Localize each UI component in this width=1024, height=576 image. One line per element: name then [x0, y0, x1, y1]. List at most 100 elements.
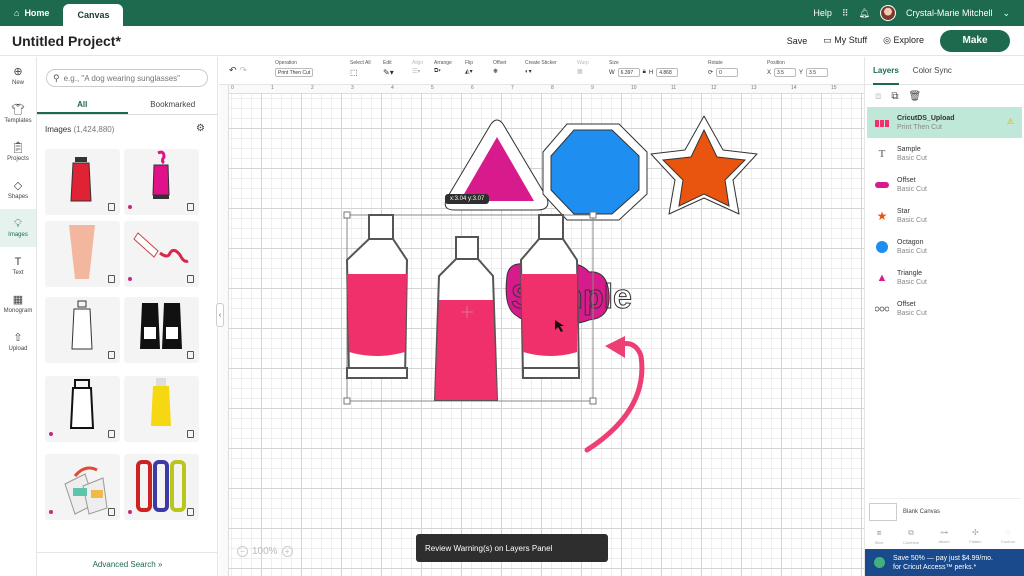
image-tile[interactable] — [124, 297, 199, 363]
paint-tube-2[interactable] — [433, 236, 499, 401]
tool-label: Slice — [874, 539, 884, 545]
image-tile[interactable] — [45, 221, 120, 287]
tab-bookmarked[interactable]: Bookmarked — [128, 95, 219, 114]
bookmark-icon[interactable] — [187, 351, 194, 359]
project-title[interactable]: Untitled Project* — [0, 33, 121, 49]
filter-icon[interactable]: ⚙︎ — [196, 123, 205, 134]
redo-icon[interactable]: ↷ — [240, 65, 248, 76]
align-group[interactable]: Align ☰▾ — [412, 60, 423, 75]
image-tile[interactable] — [45, 454, 120, 520]
resize-handle[interactable] — [589, 397, 597, 405]
my-stuff-button[interactable]: ▭ My Stuff — [823, 35, 867, 46]
select-all-group[interactable]: Select All ⬚ — [350, 60, 371, 77]
create-sticker-group[interactable]: Create Sticker ◐▾ — [525, 60, 557, 75]
rail-item-upload[interactable]: ⇧ Upload — [0, 323, 36, 361]
width-input[interactable]: 6.397 — [617, 68, 640, 77]
rail-item-templates[interactable]: 👕︎ Templates — [0, 95, 36, 133]
image-tile[interactable] — [124, 221, 199, 287]
avatar[interactable] — [879, 5, 896, 21]
layer-item-offset-pink[interactable]: Offset Basic Cut — [867, 169, 1022, 200]
resize-handle[interactable] — [343, 397, 351, 405]
search-box[interactable]: ⚲ — [46, 69, 208, 87]
image-tile[interactable] — [45, 376, 120, 442]
make-button[interactable]: Make — [940, 29, 1010, 52]
blank-canvas-label: Blank Canvas — [903, 508, 941, 515]
offset-group[interactable]: Offset ❋ — [493, 60, 506, 75]
design-canvas[interactable]: Sample — [229, 94, 864, 576]
layer-item-offset-outline[interactable]: Offset Basic Cut — [867, 293, 1022, 324]
group-icon[interactable]: ⧈ — [875, 91, 881, 102]
image-tile[interactable] — [124, 376, 199, 442]
edit-group[interactable]: Edit ✎▾ — [383, 60, 394, 77]
rail-item-images[interactable]: 💡︎ Images — [0, 209, 36, 247]
rail-item-shapes[interactable]: ◇ Shapes — [0, 171, 36, 209]
bookmark-icon[interactable] — [108, 508, 115, 516]
layer-item-star[interactable]: ★ Star Basic Cut — [867, 200, 1022, 231]
zoom-out-button[interactable]: − — [237, 546, 248, 557]
combine-button[interactable]: ⧉ Combine — [903, 528, 919, 545]
zoom-in-button[interactable]: + — [281, 546, 293, 557]
bookmark-icon[interactable] — [187, 430, 194, 438]
paint-tube-3[interactable] — [519, 214, 581, 379]
resize-handle[interactable] — [343, 211, 351, 219]
layer-item-octagon[interactable]: Octagon Basic Cut — [867, 231, 1022, 262]
user-name[interactable]: Crystal-Marie Mitchell — [906, 8, 993, 18]
tab-layers[interactable]: Layers — [873, 57, 899, 85]
rotate-input[interactable]: 0 — [716, 68, 739, 77]
home-tab[interactable]: ⌂ Home — [0, 0, 63, 26]
bookmark-icon[interactable] — [187, 203, 194, 211]
bell-icon[interactable]: 🔔︎ — [859, 8, 870, 19]
contour-button[interactable]: ◌ Contour — [1001, 528, 1015, 544]
flatten-button[interactable]: ✣ Flatten — [969, 528, 981, 544]
layer-item-cricutds-upload[interactable]: CricutDS_Upload Print Then Cut ⚠ — [867, 107, 1022, 138]
bookmark-icon[interactable] — [108, 430, 115, 438]
bookmark-icon[interactable] — [187, 508, 194, 516]
lock-icon[interactable]: 🔒︎ — [643, 69, 646, 76]
search-input[interactable] — [63, 73, 194, 83]
image-tile[interactable] — [45, 297, 120, 363]
grid-apps-icon[interactable]: ⠿ — [842, 8, 849, 19]
explore-button[interactable]: ◎ Explore — [883, 35, 924, 46]
bookmark-icon[interactable] — [187, 275, 194, 283]
trash-icon[interactable]: 🗑︎ — [909, 91, 922, 102]
canvas-tab[interactable]: Canvas — [63, 4, 124, 26]
operation-select[interactable]: Print Then Cut — [275, 68, 314, 77]
rail-item-text[interactable]: T Text — [0, 247, 36, 285]
image-tile[interactable] — [124, 149, 199, 215]
slice-button[interactable]: ⧈ Slice — [875, 528, 884, 545]
bookmark-icon[interactable] — [108, 203, 115, 211]
undo-icon[interactable]: ↶ — [229, 65, 237, 76]
rail-item-new[interactable]: ⊕ New — [0, 57, 36, 95]
image-tile[interactable] — [124, 454, 199, 520]
tab-color-sync[interactable]: Color Sync — [913, 57, 952, 85]
attach-button[interactable]: ⊶ Attach — [938, 528, 949, 544]
duplicate-icon[interactable]: ⧉ — [891, 91, 898, 102]
x-input[interactable]: 3.5 — [774, 68, 797, 77]
arrange-group[interactable]: Arrange ⧉▾ — [434, 60, 452, 75]
bookmark-icon[interactable] — [108, 275, 115, 283]
paint-tube-1[interactable] — [345, 214, 409, 379]
cricut-access-promo[interactable]: Save 50% — pay just $4.99/mo. for Cricut… — [865, 549, 1024, 576]
bookmark-icon[interactable] — [108, 351, 115, 359]
image-tile[interactable] — [45, 149, 120, 215]
chevron-down-icon[interactable]: ⌄ — [1002, 8, 1010, 19]
height-input[interactable]: 4.868 — [656, 68, 679, 77]
tab-all[interactable]: All — [37, 95, 128, 114]
rail-item-monogram[interactable]: ▦ Monogram — [0, 285, 36, 323]
help-link[interactable]: Help — [813, 8, 832, 18]
rail-item-projects[interactable]: 📋︎ Projects — [0, 133, 36, 171]
resize-handle[interactable] — [589, 211, 597, 219]
star-sticker[interactable] — [650, 115, 758, 215]
warning-icon[interactable]: ⚠ — [1007, 117, 1014, 126]
layer-item-triangle[interactable]: ▲ Triangle Basic Cut — [867, 262, 1022, 293]
octagon-sticker[interactable] — [542, 123, 648, 221]
flip-group[interactable]: Flip ◭▾ — [465, 60, 473, 75]
layer-item-sample[interactable]: T Sample Basic Cut — [867, 138, 1022, 169]
warp-group[interactable]: Warp ▦ — [577, 60, 589, 75]
panel-collapse-toggle[interactable]: ‹ — [216, 303, 224, 327]
advanced-search-link[interactable]: Advanced Search » — [37, 552, 218, 576]
warning-toast[interactable]: Review Warning(s) on Layers Panel — [416, 534, 608, 562]
save-button[interactable]: Save — [787, 36, 808, 46]
blank-canvas-row[interactable]: Blank Canvas — [869, 498, 1021, 522]
y-input[interactable]: 3.5 — [806, 68, 829, 77]
